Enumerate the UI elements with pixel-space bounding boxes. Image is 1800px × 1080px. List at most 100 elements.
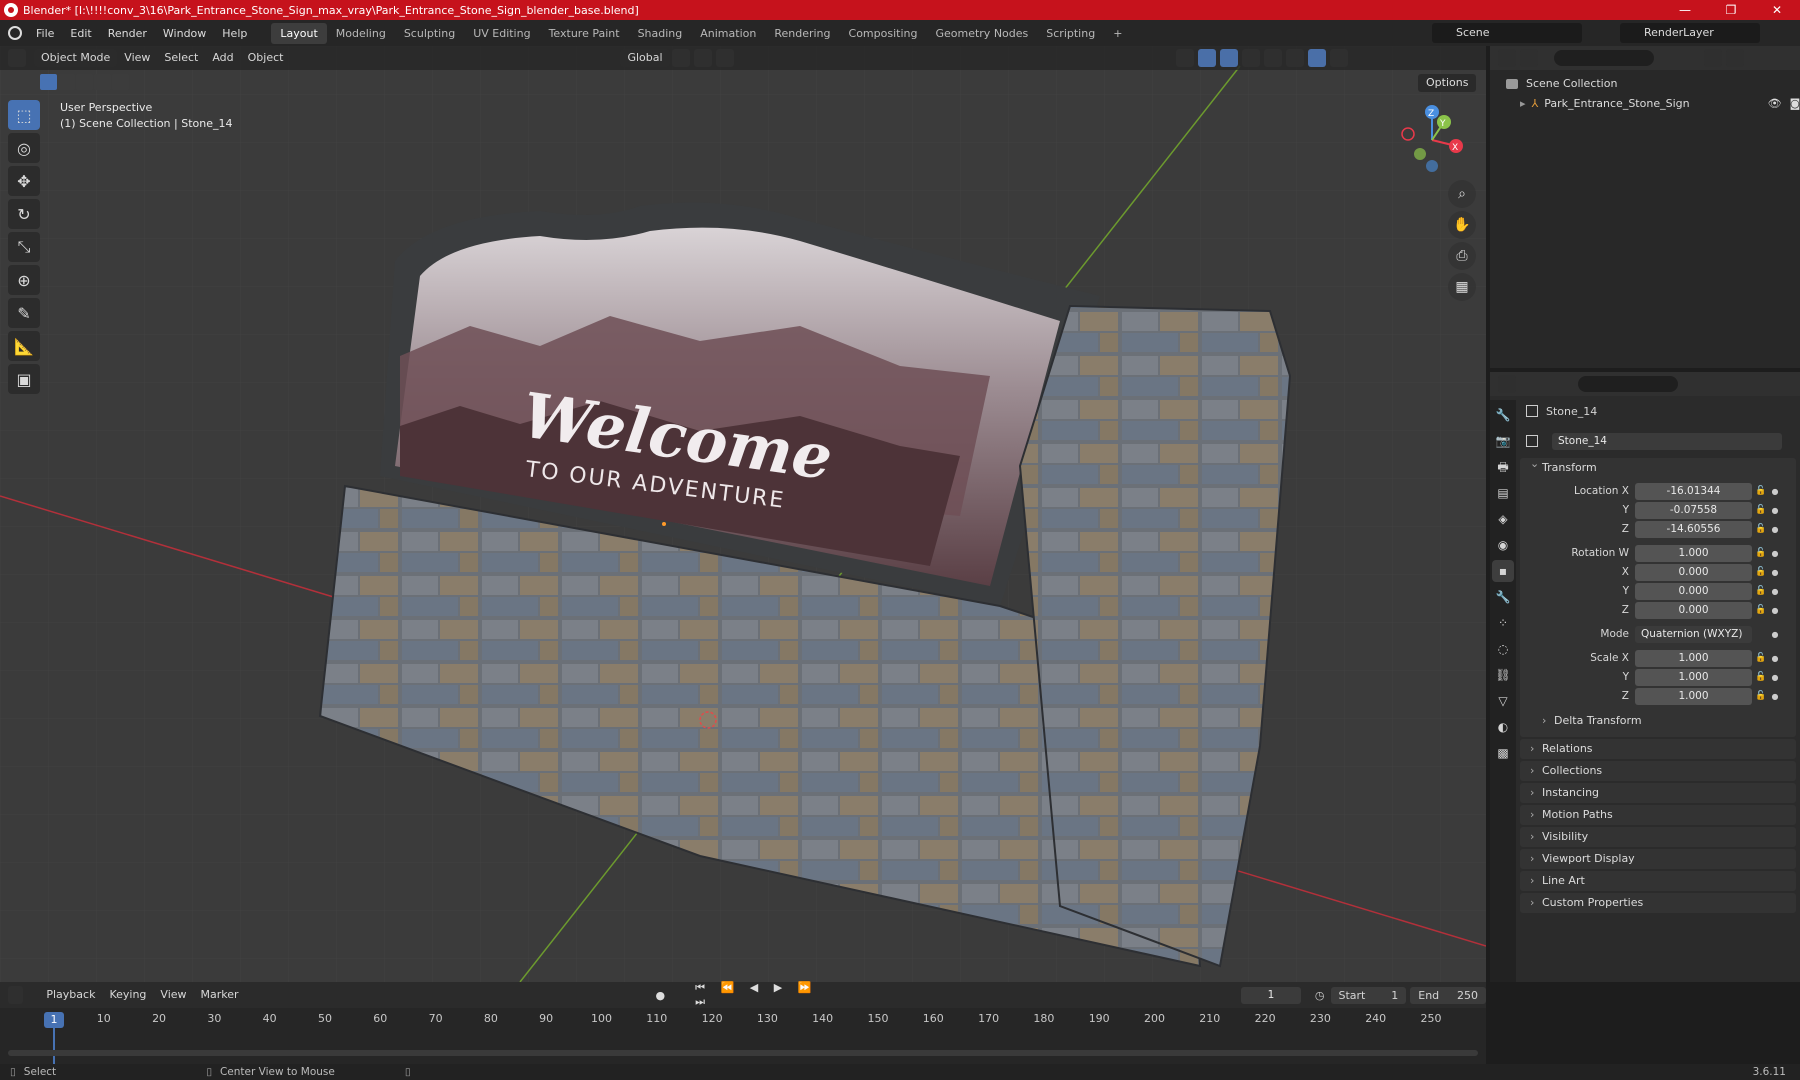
motion-paths-panel[interactable]: Motion Paths	[1520, 805, 1796, 825]
transform-tool[interactable]: ⊕	[8, 265, 40, 295]
menu-window[interactable]: Window	[155, 27, 214, 40]
select-set-icon[interactable]	[40, 74, 57, 90]
record-icon[interactable]: ●	[656, 989, 666, 1002]
menu-edit[interactable]: Edit	[62, 27, 99, 40]
tool-properties-icon[interactable]: 🔧	[1492, 404, 1514, 426]
menu-add[interactable]: Add	[205, 49, 240, 67]
properties-editor-type-icon[interactable]	[1498, 375, 1516, 393]
tab-texture-paint[interactable]: Texture Paint	[540, 23, 629, 44]
filter-icon[interactable]	[1704, 49, 1722, 67]
tab-geometry-nodes[interactable]: Geometry Nodes	[926, 23, 1037, 44]
texture-properties-icon[interactable]: ▩	[1492, 742, 1514, 764]
move-tool[interactable]: ✥	[8, 166, 40, 196]
outliner-editor-type-icon[interactable]	[1498, 49, 1516, 67]
display-mode-icon[interactable]	[1520, 49, 1538, 67]
delta-transform-subpanel[interactable]: Delta Transform	[1532, 711, 1796, 731]
rotation-w-field[interactable]: 1.000	[1635, 544, 1752, 562]
relations-panel[interactable]: Relations	[1520, 739, 1796, 759]
menu-select[interactable]: Select	[157, 49, 205, 67]
outliner-row-object[interactable]: ▸ ⅄ Park_Entrance_Stone_Sign 👁 ◙	[1490, 94, 1800, 114]
playhead-line[interactable]	[53, 1028, 55, 1064]
scale-y-field[interactable]: 1.000	[1635, 668, 1752, 686]
menu-help[interactable]: Help	[214, 27, 255, 40]
xray-icon[interactable]	[1241, 49, 1260, 67]
select-subtract-icon[interactable]	[76, 74, 93, 90]
scene-selector[interactable]: Scene	[1432, 23, 1582, 43]
scale-tool[interactable]: ⤡	[8, 232, 40, 262]
proportional-edit-icon[interactable]	[715, 49, 734, 67]
zoom-icon[interactable]: ⌕	[1448, 180, 1476, 208]
tab-modeling[interactable]: Modeling	[327, 23, 395, 44]
3d-viewport[interactable]: Welcome TO OUR ADVENTURE Z X Y	[0, 46, 1486, 982]
new-collection-icon[interactable]	[1726, 49, 1744, 67]
scene-properties-icon[interactable]: ◈	[1492, 508, 1514, 530]
transform-panel-header[interactable]: Transform	[1520, 454, 1796, 478]
modifier-properties-icon[interactable]: 🔧	[1492, 586, 1514, 608]
location-z-field[interactable]: -14.60556	[1635, 520, 1752, 538]
lock-icon[interactable]: 🔓	[1752, 505, 1770, 515]
constraints-icon[interactable]: ⛓	[1492, 664, 1514, 686]
mode-selector[interactable]: Object Mode	[34, 49, 118, 67]
playback-controls[interactable]: ⏮ ⏪ ◀ ▶ ⏩ ⏭	[695, 981, 821, 1009]
render-properties-icon[interactable]: 📷	[1492, 430, 1514, 452]
gizmo-toggle-icon[interactable]	[1197, 49, 1216, 67]
scale-x-field[interactable]: 1.000	[1635, 649, 1752, 667]
tab-shading[interactable]: Shading	[629, 23, 692, 44]
blender-menu-icon[interactable]	[8, 26, 22, 40]
clock-icon[interactable]: ◷	[1315, 989, 1325, 1002]
options-dropdown[interactable]: Options	[1418, 74, 1477, 92]
camera-view-icon[interactable]: ⎙	[1448, 242, 1476, 270]
maximize-button[interactable]: ❐	[1708, 0, 1754, 20]
lock-icon[interactable]: 🔓	[1752, 567, 1770, 577]
expand-arrow-icon[interactable]: ▸	[1520, 94, 1526, 114]
location-y-field[interactable]: -0.07558	[1635, 501, 1752, 519]
menu-timeline-view[interactable]: View	[153, 986, 193, 1004]
add-cube-tool[interactable]: ▣	[8, 364, 40, 394]
menu-keying[interactable]: Keying	[102, 986, 153, 1004]
tab-sculpting[interactable]: Sculpting	[395, 23, 464, 44]
close-window-button[interactable]: ✕	[1754, 0, 1800, 20]
viewport-display-panel[interactable]: Viewport Display	[1520, 849, 1796, 869]
wireframe-shading-icon[interactable]	[1263, 49, 1282, 67]
minimize-button[interactable]: —	[1662, 0, 1708, 20]
outliner-row-scene-collection[interactable]: Scene Collection	[1490, 74, 1800, 94]
view-layer-icon[interactable]: ▤	[1492, 482, 1514, 504]
menu-playback[interactable]: Playback	[39, 986, 102, 1004]
timeline-editor-type-icon[interactable]	[8, 986, 24, 1004]
end-frame-field[interactable]: End 250	[1410, 986, 1486, 1004]
annotate-tool[interactable]: ✎	[8, 298, 40, 328]
collections-panel[interactable]: Collections	[1520, 761, 1796, 781]
material-properties-icon[interactable]: ◐	[1492, 716, 1514, 738]
pivot-icon[interactable]	[671, 49, 690, 67]
tab-animation[interactable]: Animation	[691, 23, 765, 44]
menu-view[interactable]: View	[117, 49, 157, 67]
editor-type-icon[interactable]	[8, 49, 26, 67]
lock-icon[interactable]: 🔓	[1752, 653, 1770, 663]
output-properties-icon[interactable]: 🖶	[1492, 456, 1514, 478]
rotate-tool[interactable]: ↻	[8, 199, 40, 229]
rotation-y-field[interactable]: 0.000	[1635, 582, 1752, 600]
tab-scripting[interactable]: Scripting	[1037, 23, 1104, 44]
material-shading-icon[interactable]	[1307, 49, 1326, 67]
rotation-x-field[interactable]: 0.000	[1635, 563, 1752, 581]
menu-object[interactable]: Object	[241, 49, 291, 67]
rotation-mode-dropdown[interactable]: Quaternion (WXYZ)	[1635, 625, 1752, 643]
render-camera-icon[interactable]: ◙	[1790, 94, 1800, 114]
visibility-icon[interactable]	[1175, 49, 1194, 67]
current-frame-field[interactable]: 1	[1241, 986, 1301, 1004]
timeline-ruler[interactable]: 1102030405060708090100110120130140150160…	[0, 1012, 1486, 1030]
menu-render[interactable]: Render	[100, 27, 155, 40]
instancing-panel[interactable]: Instancing	[1520, 783, 1796, 803]
particles-icon[interactable]: ⁘	[1492, 612, 1514, 634]
select-box-tool[interactable]: ⬚	[8, 100, 40, 130]
lock-icon[interactable]: 🔓	[1752, 586, 1770, 596]
ortho-grid-icon[interactable]: ▦	[1448, 273, 1476, 301]
line-art-panel[interactable]: Line Art	[1520, 871, 1796, 891]
object-properties-icon[interactable]: ▪	[1492, 560, 1514, 582]
lock-icon[interactable]: 🔓	[1752, 605, 1770, 615]
select-invert-icon[interactable]	[94, 74, 111, 90]
object-name-field[interactable]: Stone_14	[1552, 432, 1782, 450]
lock-icon[interactable]: 🔓	[1752, 672, 1770, 682]
eye-visibility-icon[interactable]: 👁	[1768, 94, 1782, 114]
menu-file[interactable]: File	[28, 27, 62, 40]
